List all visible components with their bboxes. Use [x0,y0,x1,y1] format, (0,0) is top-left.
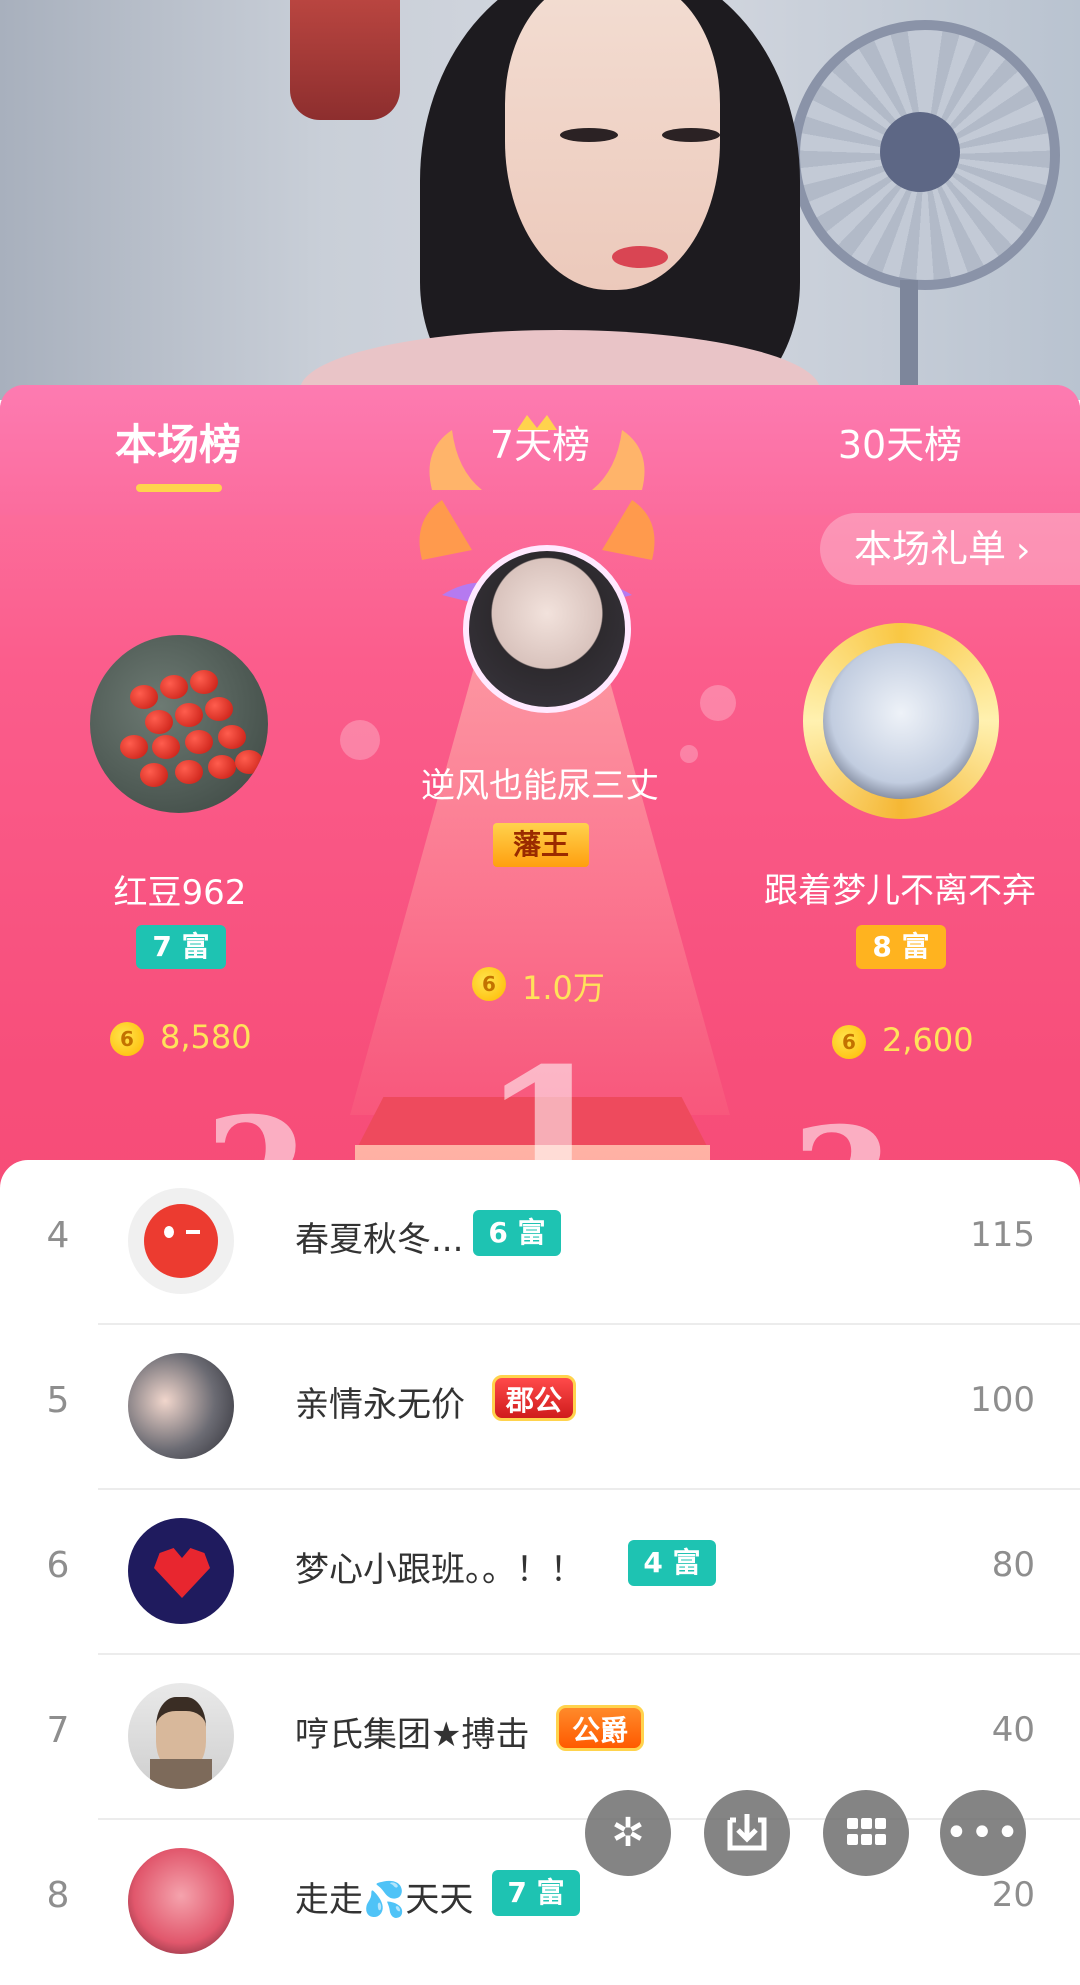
streamer-eye [662,128,720,142]
contribution-score: 40 [991,1710,1035,1750]
decor-bubble [340,720,380,760]
streamer-lips [612,246,668,268]
user-name: 走走💦天天 [295,1880,474,1920]
grid-menu-button[interactable] [823,1790,909,1876]
contribution-amount: 8,580 [160,1018,252,1056]
avatar[interactable] [128,1848,234,1954]
contribution-amount: 2,600 [882,1021,974,1059]
tab-30-days[interactable]: 30天榜 [770,415,1030,475]
more-button[interactable]: ••• [940,1790,1026,1876]
list-item[interactable]: 8 走走💦天天 7 富 20 [0,1820,1080,1985]
list-item[interactable]: 7 哼氏集团★搏击 公爵 40 [0,1655,1080,1820]
avatar[interactable] [128,1353,234,1459]
contribution-score: 20 [991,1875,1035,1915]
streamer-eye [560,128,618,142]
rank-number: 4 [46,1215,70,1256]
tab-this-session[interactable]: 本场榜 [48,415,308,475]
wealth-badge: 4 富 [628,1540,716,1586]
grid-icon [847,1818,886,1845]
download-button[interactable] [704,1790,790,1876]
top-user-name[interactable]: 红豆962 [60,865,300,914]
rank-number: 7 [46,1710,70,1751]
decor-bubble [700,685,736,721]
share-icon: ✲ [611,1810,645,1856]
gift-list-label: 本场礼单 [854,527,1007,571]
chevron-right-icon: › [1016,530,1031,571]
coin-icon: 6 [832,1025,866,1059]
list-item[interactable]: 5 亲情永无价 郡公 100 [0,1325,1080,1490]
user-name: 亲情永无价 [295,1385,465,1425]
wealth-badge: 7 富 [136,925,226,969]
avatar-rank-2[interactable] [90,635,268,813]
noble-badge: 公爵 [556,1705,644,1751]
download-icon [727,1814,767,1851]
coin-icon: 6 [110,1022,144,1056]
more-icon: ••• [944,1810,1022,1856]
ranking-list: 4 春夏秋冬... 6 富 115 5 亲情永无价 郡公 100 6 梦心小跟班… [0,1160,1080,1954]
list-item[interactable]: 6 梦心小跟班。。！！ 4 富 80 [0,1490,1080,1655]
streamer-face [505,0,720,290]
contribution-score: 115 [970,1215,1035,1255]
top-user-name[interactable]: 跟着梦儿不离不弃 [740,863,1060,912]
background-fan-hub [880,112,960,192]
avatar[interactable] [128,1518,234,1624]
noble-badge: 郡公 [492,1375,576,1421]
contribution-score: 80 [991,1545,1035,1585]
contribution-score: 100 [970,1380,1035,1420]
avatar[interactable] [128,1683,234,1789]
rank-number: 5 [46,1380,70,1421]
avatar-rank-3[interactable] [823,643,979,799]
coin-icon: 6 [472,967,506,1001]
top-user-name[interactable]: 逆风也能尿三丈 [370,758,710,807]
noble-badge: 藩王 [493,823,589,867]
avatar-rank-1[interactable] [463,545,631,713]
user-name: 哼氏集团★搏击 [295,1715,530,1755]
live-video-stream[interactable] [0,0,1080,400]
wealth-badge: 8 富 [856,925,946,969]
list-item[interactable]: 4 春夏秋冬... 6 富 115 [0,1160,1080,1325]
rank-number: 8 [46,1875,70,1916]
user-name: 梦心小跟班。。！！ [295,1550,584,1590]
gift-list-button[interactable]: 本场礼单 › [820,513,1080,585]
active-tab-indicator [136,484,222,492]
user-name: 春夏秋冬... [295,1220,464,1260]
share-button[interactable]: ✲ [585,1790,671,1876]
avatar[interactable] [128,1188,234,1294]
contribution-amount: 1.0万 [522,969,605,1007]
background-figure [290,0,400,120]
background-fan-stand [900,280,918,400]
wealth-badge: 6 富 [473,1210,561,1256]
rank-number: 6 [46,1545,70,1586]
wealth-badge: 7 富 [492,1870,580,1916]
